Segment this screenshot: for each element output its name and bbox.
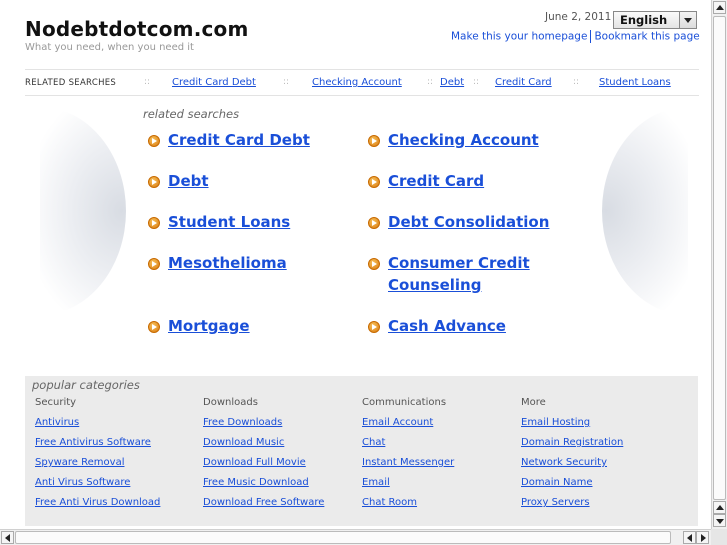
popular-categories-heading: popular categories xyxy=(32,378,140,392)
scrollbar-corner xyxy=(711,529,727,545)
separator: :: xyxy=(283,77,290,87)
category-link[interactable]: Email Account xyxy=(362,417,433,428)
category-link[interactable]: Anti Virus Software xyxy=(35,477,130,488)
header-links: Make this your homepage Bookmark this pag… xyxy=(451,30,700,43)
category-title: Downloads xyxy=(203,397,258,408)
arrow-circle-icon xyxy=(368,217,380,229)
related-search-anchor[interactable]: Debt xyxy=(168,172,209,190)
arrow-circle-icon xyxy=(148,135,160,147)
vertical-scroll-thumb[interactable] xyxy=(713,16,726,500)
decorative-orb-left xyxy=(40,107,126,315)
site-title: Nodebtdotcom.com xyxy=(25,17,249,41)
arrow-circle-icon xyxy=(148,258,160,270)
language-select[interactable]: English xyxy=(613,11,697,29)
category-column-security: Security Antivirus Free Antivirus Softwa… xyxy=(35,397,160,517)
horizontal-scroll-thumb[interactable] xyxy=(15,531,671,544)
category-link[interactable]: Free Anti Virus Download xyxy=(35,497,160,508)
separator: :: xyxy=(473,77,480,87)
related-search-anchor[interactable]: Debt Consolidation xyxy=(388,213,549,231)
related-search-link: Credit Card xyxy=(388,170,484,192)
category-link[interactable]: Email Hosting xyxy=(521,417,590,428)
related-search-link: Cash Advance xyxy=(388,315,506,337)
category-link[interactable]: Domain Name xyxy=(521,477,592,488)
related-search-anchor[interactable]: Credit Card xyxy=(388,172,484,190)
related-search-link: Checking Account xyxy=(388,129,539,151)
chevron-down-icon[interactable] xyxy=(679,12,696,28)
category-link[interactable]: Free Music Download xyxy=(203,477,309,488)
scroll-left-icon[interactable] xyxy=(683,531,696,544)
category-column-more: More Email Hosting Domain Registration N… xyxy=(521,397,623,517)
category-link[interactable]: Download Full Movie xyxy=(203,457,306,468)
category-link[interactable]: Instant Messenger xyxy=(362,457,454,468)
related-searches-bar: RELATED SEARCHES :: Credit Card Debt :: … xyxy=(25,69,699,96)
vertical-scrollbar[interactable] xyxy=(711,0,727,529)
related-searches-heading: related searches xyxy=(143,107,240,121)
popular-categories-panel: popular categories Security Antivirus Fr… xyxy=(25,376,698,526)
category-link[interactable]: Antivirus xyxy=(35,417,79,428)
category-link[interactable]: Spyware Removal xyxy=(35,457,124,468)
scroll-down-icon[interactable] xyxy=(713,514,726,527)
arrow-circle-icon xyxy=(148,321,160,333)
decorative-orb-right xyxy=(602,107,688,315)
arrow-circle-icon xyxy=(368,176,380,188)
category-link[interactable]: Email xyxy=(362,477,390,488)
category-link[interactable]: Domain Registration xyxy=(521,437,623,448)
arrow-circle-icon xyxy=(148,217,160,229)
related-search-link: Mesothelioma xyxy=(168,252,287,274)
related-search-link: Credit Card Debt xyxy=(168,129,310,151)
related-search-link: Consumer Credit Counseling xyxy=(388,252,538,296)
arrow-circle-icon xyxy=(368,321,380,333)
separator: :: xyxy=(427,77,434,87)
related-search-link: Student Loans xyxy=(168,211,290,233)
category-link[interactable]: Network Security xyxy=(521,457,607,468)
category-link[interactable]: Chat Room xyxy=(362,497,417,508)
related-search-link: Debt xyxy=(168,170,209,192)
related-searches-label: RELATED SEARCHES xyxy=(25,78,117,88)
related-search-link: Mortgage xyxy=(168,315,250,337)
bookmark-link[interactable]: Bookmark this page xyxy=(594,31,699,43)
related-bar-item[interactable]: Student Loans xyxy=(599,77,671,88)
related-search-anchor[interactable]: Consumer Credit Counseling xyxy=(388,254,530,294)
site-tagline: What you need, when you need it xyxy=(25,42,194,53)
scroll-up-icon[interactable] xyxy=(713,1,726,14)
category-title: More xyxy=(521,397,546,408)
related-bar-item[interactable]: Credit Card Debt xyxy=(172,77,256,88)
related-search-anchor[interactable]: Credit Card Debt xyxy=(168,131,310,149)
scroll-right-icon[interactable] xyxy=(696,531,709,544)
related-search-anchor[interactable]: Checking Account xyxy=(388,131,539,149)
related-search-link: Debt Consolidation xyxy=(388,211,549,233)
arrow-circle-icon xyxy=(368,258,380,270)
category-link[interactable]: Free Antivirus Software xyxy=(35,437,151,448)
category-column-communications: Communications Email Account Chat Instan… xyxy=(362,397,454,517)
related-bar-item[interactable]: Debt xyxy=(440,77,464,88)
make-homepage-link[interactable]: Make this your homepage xyxy=(451,31,587,43)
category-link[interactable]: Download Music xyxy=(203,437,284,448)
category-link[interactable]: Free Downloads xyxy=(203,417,282,428)
category-column-downloads: Downloads Free Downloads Download Music … xyxy=(203,397,324,517)
horizontal-scrollbar[interactable] xyxy=(0,529,711,545)
category-title: Communications xyxy=(362,397,447,408)
category-link[interactable]: Download Free Software xyxy=(203,497,324,508)
divider xyxy=(590,30,592,43)
category-title: Security xyxy=(35,397,77,408)
separator: :: xyxy=(144,77,151,87)
related-bar-item[interactable]: Credit Card xyxy=(495,77,552,88)
arrow-circle-icon xyxy=(148,176,160,188)
current-date: June 2, 2011 xyxy=(545,11,612,23)
related-search-anchor[interactable]: Mesothelioma xyxy=(168,254,287,272)
category-link[interactable]: Proxy Servers xyxy=(521,497,590,508)
related-search-anchor[interactable]: Student Loans xyxy=(168,213,290,231)
scroll-left-icon[interactable] xyxy=(1,531,14,544)
scroll-up-icon[interactable] xyxy=(713,501,726,514)
arrow-circle-icon xyxy=(368,135,380,147)
language-select-value: English xyxy=(620,13,668,27)
separator: :: xyxy=(573,77,580,87)
related-bar-item[interactable]: Checking Account xyxy=(312,77,402,88)
category-link[interactable]: Chat xyxy=(362,437,385,448)
related-search-anchor[interactable]: Mortgage xyxy=(168,317,250,335)
related-search-anchor[interactable]: Cash Advance xyxy=(388,317,506,335)
